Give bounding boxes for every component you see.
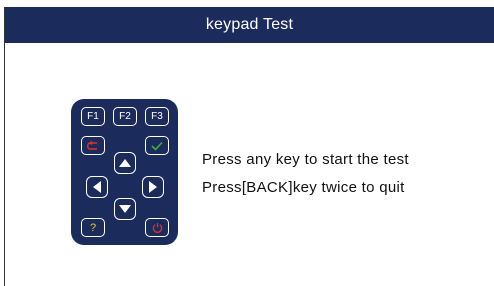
app-window: keypad Test F1 F2 F3 ? Press any key to …	[4, 7, 494, 286]
window-title: keypad Test	[205, 16, 294, 33]
f2-key[interactable]: F2	[113, 107, 137, 126]
f3-key-label: F3	[151, 111, 163, 122]
help-key-label: ?	[89, 221, 97, 234]
right-key[interactable]	[142, 176, 164, 198]
triangle-up-icon	[119, 159, 131, 167]
f2-key-label: F2	[119, 111, 131, 122]
f1-key-label: F1	[87, 111, 99, 122]
f3-key[interactable]: F3	[145, 107, 169, 126]
back-arrow-icon	[86, 140, 100, 151]
f1-key[interactable]: F1	[81, 107, 105, 126]
checkmark-icon	[151, 141, 163, 151]
title-bar: keypad Test	[5, 7, 494, 43]
ok-key[interactable]	[145, 136, 169, 155]
back-key[interactable]	[81, 136, 105, 155]
help-key[interactable]: ?	[81, 218, 105, 237]
instruction-quit: Press[BACK]key twice to quit	[202, 179, 405, 196]
triangle-right-icon	[149, 181, 157, 193]
keypad-illustration: F1 F2 F3 ?	[71, 99, 178, 245]
instruction-start: Press any key to start the test	[202, 151, 409, 168]
triangle-down-icon	[119, 205, 131, 213]
power-icon	[152, 222, 163, 233]
triangle-left-icon	[93, 181, 101, 193]
left-key[interactable]	[86, 176, 108, 198]
down-key[interactable]	[114, 198, 136, 220]
up-key[interactable]	[114, 152, 136, 174]
power-key[interactable]	[145, 218, 169, 237]
